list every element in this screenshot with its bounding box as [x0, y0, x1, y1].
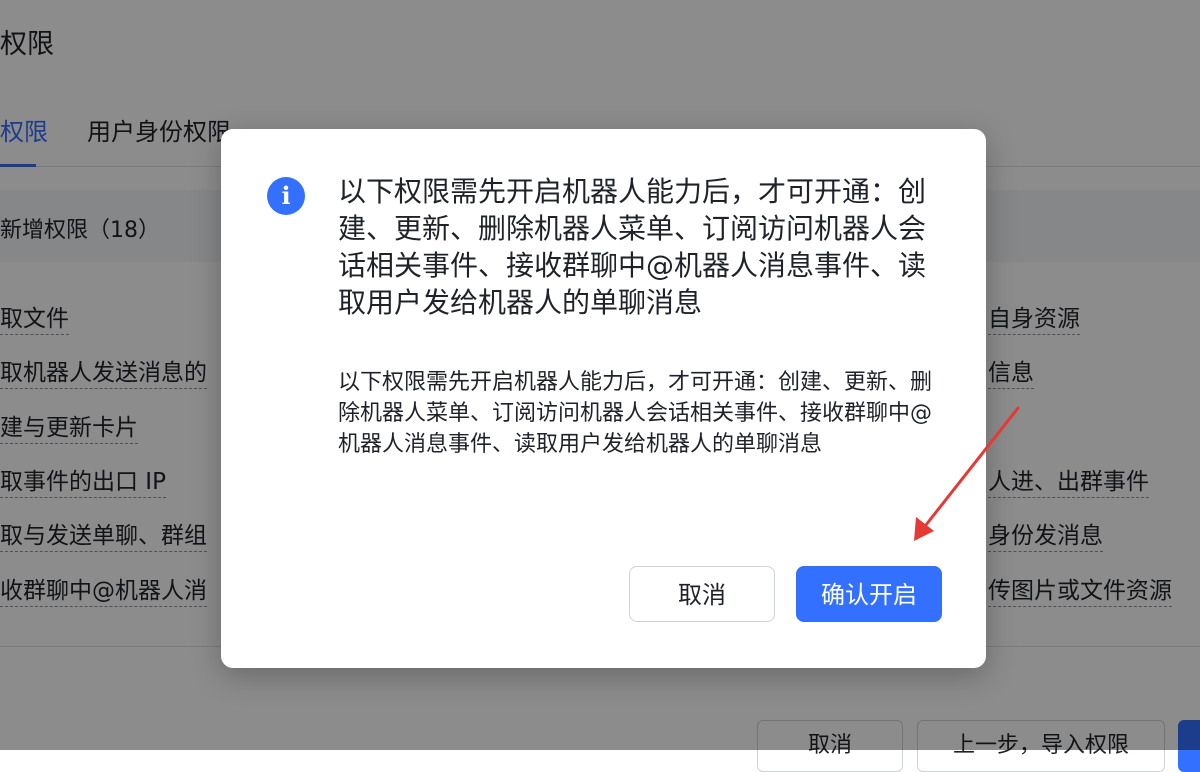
confirm-enable-button[interactable]: 确认开启	[796, 566, 942, 622]
dialog-title: 以下权限需先开启机器人能力后，才可开通：创建、更新、删除机器人菜单、订阅访问机器…	[338, 175, 927, 319]
confirm-dialog: i 以下权限需先开启机器人能力后，才可开通：创建、更新、删除机器人菜单、订阅访问…	[221, 129, 986, 668]
cancel-button[interactable]: 取消	[629, 566, 775, 622]
dialog-body: 以下权限需先开启机器人能力后，才可开通：创建、更新、删除机器人菜单、订阅访问机器…	[338, 370, 933, 457]
info-icon: i	[267, 177, 305, 215]
